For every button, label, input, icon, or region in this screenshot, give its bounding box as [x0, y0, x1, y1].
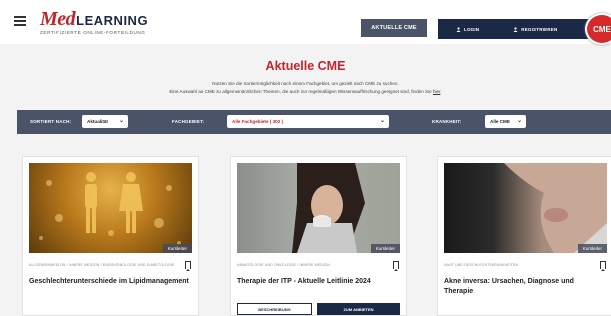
woman-tea-image	[292, 163, 365, 253]
aktuelle-cme-button[interactable]: AKTUELLE CME	[361, 19, 427, 37]
course-card[interactable]: Kursleiter HÄMATOLOGIE UND ONKOLOGIE / I…	[230, 156, 407, 316]
card-category: HAUT UND GESCHLECHTSKRANKHEITEN	[444, 263, 519, 267]
start-course-button[interactable]: ZUM ANBIETEN	[317, 303, 400, 315]
login-link[interactable]: LOGIN	[456, 27, 479, 32]
logo-med: Med	[40, 8, 76, 30]
user-icon	[456, 26, 461, 32]
intro-link-hier[interactable]: hier	[433, 89, 440, 94]
card-image[interactable]: Kursleiter	[444, 163, 607, 253]
fachgebiet-value: Alle Fachgebiete ( 302 )	[232, 119, 284, 124]
armpit-image	[504, 163, 607, 253]
site-header: MedLEARNING ZERTIFIZIERTE ONLINE-FORTBIL…	[0, 0, 611, 45]
logo-subtitle: ZERTIFIZIERTE ONLINE-FORTBILDUNG	[40, 30, 146, 35]
card-tag: Kursleiter	[162, 244, 192, 253]
chevron-down-icon: ⌄	[118, 118, 124, 124]
intro-line-2-text: Eine Auswahl an CME zu allgemeinärztlich…	[169, 89, 432, 94]
krankheit-label: KRANKHEIT:	[432, 119, 462, 124]
page-title: Aktuelle CME	[265, 59, 346, 73]
sort-label: SORTIERT NACH:	[30, 119, 72, 124]
krankheit-value: Alle CME	[490, 119, 510, 124]
intro-line-1: Nutzen Sie die Sortiermöglichkeit nach e…	[212, 81, 399, 86]
card-category: HÄMATOLOGIE UND ONKOLOGIE / INNERE MEDIZ…	[237, 263, 331, 267]
login-label: LOGIN	[464, 26, 480, 32]
register-link[interactable]: REGISTRIEREN	[513, 27, 557, 32]
card-title[interactable]: Akne inversa: Ursachen, Diagnose und The…	[444, 277, 604, 297]
cme-badge[interactable]: CME	[585, 13, 611, 45]
user-plus-icon	[513, 26, 518, 32]
intro-line-2: Eine Auswahl an CME zu allgemeinärztlich…	[169, 89, 442, 94]
intro-section: Aktuelle CME Nutzen Sie die Sortiermögli…	[0, 44, 611, 110]
site-logo[interactable]: MedLEARNING ZERTIFIZIERTE ONLINE-FORTBIL…	[40, 8, 148, 35]
krankheit-select[interactable]: Alle CME ⌄	[485, 115, 526, 128]
card-tag: Kursleiter	[370, 244, 400, 253]
card-tag: Kursleiter	[577, 244, 607, 253]
chevron-down-icon: ⌄	[516, 118, 522, 124]
card-title[interactable]: Therapie der ITP - Aktuelle Leitlinie 20…	[237, 277, 397, 287]
bookmark-icon[interactable]	[185, 261, 191, 271]
fachgebiet-select[interactable]: Alle Fachgebiete ( 302 ) ⌄	[227, 115, 389, 128]
filter-bar: SORTIERT NACH: Aktualität ⌄ FACHGEBIET: …	[17, 110, 611, 134]
chevron-down-icon: ⌄	[379, 118, 385, 124]
gender-symbols-image	[39, 172, 181, 245]
register-label: REGISTRIEREN	[521, 26, 558, 32]
sort-value: Aktualität	[87, 119, 108, 124]
bookmark-icon[interactable]	[600, 261, 606, 271]
fachgebiet-label: FACHGEBIET:	[172, 119, 205, 124]
description-button[interactable]: BESCHREIBUNG	[237, 303, 312, 315]
card-image[interactable]: Kursleiter	[237, 163, 400, 253]
card-category: ALLGEMEINMEDIZIN / INNERE MEDIZIN / ENDO…	[29, 263, 175, 267]
logo-learning: LEARNING	[76, 13, 149, 28]
card-image[interactable]: Kursleiter	[29, 163, 192, 253]
hamburger-icon[interactable]	[14, 16, 26, 26]
sort-select[interactable]: Aktualität ⌄	[82, 115, 128, 128]
course-card[interactable]: Kursleiter HAUT UND GESCHLECHTSKRANKHEIT…	[437, 156, 611, 316]
course-card[interactable]: Kursleiter ALLGEMEINMEDIZIN / INNERE MED…	[22, 156, 199, 316]
bookmark-icon[interactable]	[393, 261, 399, 271]
card-title[interactable]: Geschlechterunterschiede im Lipidmanagem…	[29, 277, 189, 287]
